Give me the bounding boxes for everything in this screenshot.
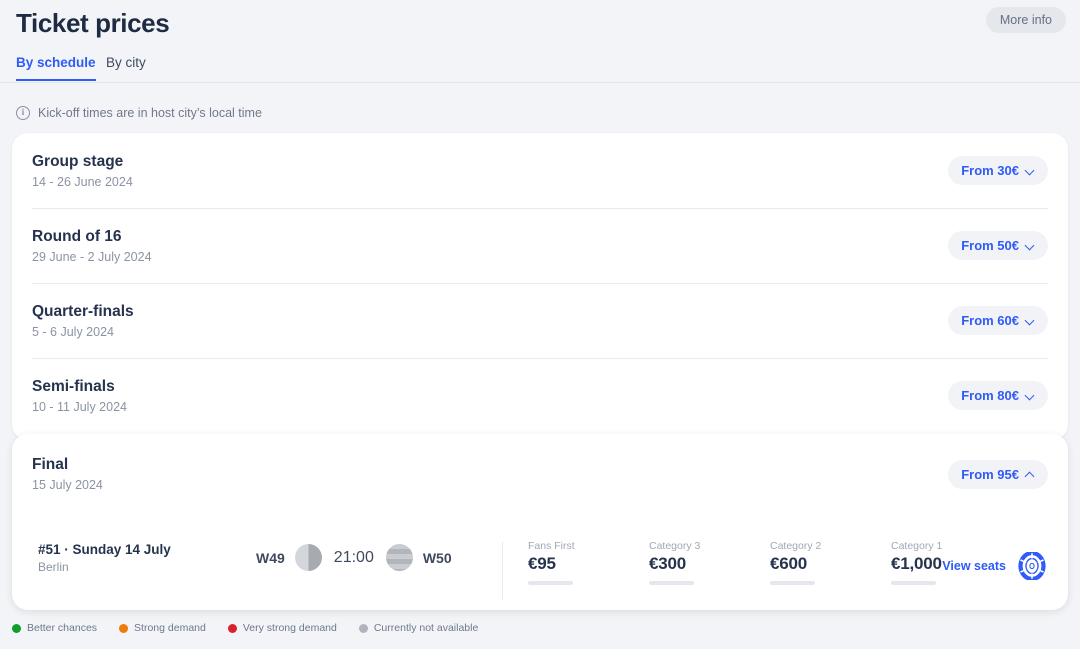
- demand-bar-track: [891, 581, 936, 585]
- chevron-up-icon: [1026, 470, 1035, 479]
- price-value: €600: [770, 554, 891, 574]
- match-city: Berlin: [38, 560, 171, 574]
- stage-price-label: From 60€: [961, 313, 1019, 328]
- chevron-down-icon: [1026, 166, 1035, 175]
- chevron-down-icon: [1026, 391, 1035, 400]
- price-category-label: Category 3: [649, 540, 770, 552]
- match-row: #51 · Sunday 14 July Berlin W49 21:00 W5…: [12, 534, 1068, 610]
- match-price-divider: [502, 542, 503, 600]
- stage-text: Final 15 July 2024: [32, 456, 103, 492]
- stage-row-group-stage[interactable]: Group stage 14 - 26 June 2024 From 30€: [12, 133, 1068, 208]
- stage-price-button-group-stage[interactable]: From 30€: [948, 156, 1048, 185]
- stage-price-button-semi-finals[interactable]: From 80€: [948, 381, 1048, 410]
- legend-item-currently-not-available: Currently not available: [359, 622, 478, 634]
- price-category-category-3[interactable]: Category 3 €300: [649, 540, 770, 585]
- ticket-prices-page: Ticket prices More info By schedule By c…: [0, 0, 1080, 649]
- chevron-down-icon: [1026, 241, 1035, 250]
- price-value: €95: [528, 554, 649, 574]
- stage-name: Quarter-finals: [32, 303, 134, 321]
- legend-dot-icon: [359, 624, 368, 633]
- demand-bar-track: [649, 581, 694, 585]
- info-circle-icon: i: [16, 106, 30, 120]
- legend-item-strong-demand: Strong demand: [119, 622, 206, 634]
- stage-row-round-of-16[interactable]: Round of 16 29 June - 2 July 2024 From 5…: [12, 208, 1068, 283]
- legend-dot-icon: [12, 624, 21, 633]
- stage-text: Round of 16 29 June - 2 July 2024: [32, 228, 152, 264]
- page-header: Ticket prices More info: [0, 0, 1080, 48]
- stage-name: Final: [32, 456, 103, 474]
- price-category-fans-first[interactable]: Fans First €95: [528, 540, 649, 585]
- stage-text: Group stage 14 - 26 June 2024: [32, 153, 133, 189]
- view-seats-link[interactable]: View seats: [942, 559, 1006, 573]
- legend-label: Strong demand: [134, 622, 206, 634]
- chevron-down-icon: [1026, 316, 1035, 325]
- stage-price-label: From 95€: [961, 467, 1019, 482]
- stage-dates: 10 - 11 July 2024: [32, 400, 127, 414]
- stage-price-button-round-of-16[interactable]: From 50€: [948, 231, 1048, 260]
- match-teams: W49 21:00 W50: [256, 544, 452, 571]
- stage-dates: 14 - 26 June 2024: [32, 175, 133, 189]
- stadium-seatmap-icon[interactable]: [1018, 552, 1046, 580]
- kickoff-time: 21:00: [332, 549, 376, 567]
- notice-text: Kick-off times are in host city’s local …: [38, 106, 262, 120]
- stage-list-card: Group stage 14 - 26 June 2024 From 30€ R…: [12, 133, 1068, 440]
- stage-price-label: From 50€: [961, 238, 1019, 253]
- demand-bar-track: [770, 581, 815, 585]
- price-category-label: Category 2: [770, 540, 891, 552]
- stage-row-semi-finals[interactable]: Semi-finals 10 - 11 July 2024 From 80€: [12, 358, 1068, 433]
- stage-dates: 5 - 6 July 2024: [32, 325, 134, 339]
- tab-by-schedule[interactable]: By schedule: [16, 55, 96, 81]
- legend-dot-icon: [119, 624, 128, 633]
- stage-price-button-quarter-finals[interactable]: From 60€: [948, 306, 1048, 335]
- demand-bar-track: [528, 581, 573, 585]
- stage-row-quarter-finals[interactable]: Quarter-finals 5 - 6 July 2024 From 60€: [12, 283, 1068, 358]
- price-category-label: Fans First: [528, 540, 649, 552]
- home-team-crest-icon: [295, 544, 322, 571]
- legend-item-better-chances: Better chances: [12, 622, 97, 634]
- legend-label: Very strong demand: [243, 622, 337, 634]
- tab-by-city[interactable]: By city: [106, 55, 146, 79]
- price-category-list: Fans First €95 Category 3 €300 Category …: [528, 540, 1012, 585]
- view-seats-group: View seats: [942, 552, 1046, 580]
- page-title: Ticket prices: [16, 8, 169, 39]
- stage-text: Semi-finals 10 - 11 July 2024: [32, 378, 127, 414]
- legend-label: Better chances: [27, 622, 97, 634]
- stage-row-final[interactable]: Final 15 July 2024 From 95€: [12, 434, 1068, 514]
- price-value: €300: [649, 554, 770, 574]
- stage-card-final-expanded: Final 15 July 2024 From 95€ #51 · Sunday…: [12, 434, 1068, 610]
- away-team-code: W50: [423, 550, 452, 566]
- stage-name: Round of 16: [32, 228, 152, 246]
- stage-text: Quarter-finals 5 - 6 July 2024: [32, 303, 134, 339]
- match-id: #51 · Sunday 14 July: [38, 542, 171, 557]
- legend-label: Currently not available: [374, 622, 478, 634]
- legend-item-very-strong-demand: Very strong demand: [228, 622, 337, 634]
- price-category-category-2[interactable]: Category 2 €600: [770, 540, 891, 585]
- demand-legend: Better chances Strong demand Very strong…: [12, 622, 478, 634]
- stage-price-label: From 30€: [961, 163, 1019, 178]
- stage-price-label: From 80€: [961, 388, 1019, 403]
- legend-dot-icon: [228, 624, 237, 633]
- home-team-code: W49: [256, 550, 285, 566]
- price-category-label: Category 1: [891, 540, 1012, 552]
- stage-name: Semi-finals: [32, 378, 127, 396]
- kickoff-time-notice: i Kick-off times are in host city’s loca…: [16, 106, 262, 120]
- more-info-button[interactable]: More info: [986, 7, 1066, 33]
- match-meta: #51 · Sunday 14 July Berlin: [38, 542, 171, 574]
- away-team-crest-icon: [386, 544, 413, 571]
- stage-dates: 15 July 2024: [32, 478, 103, 492]
- stage-dates: 29 June - 2 July 2024: [32, 250, 152, 264]
- stage-price-button-final[interactable]: From 95€: [948, 460, 1048, 489]
- stage-name: Group stage: [32, 153, 133, 171]
- tab-bar: By schedule By city: [0, 55, 1080, 83]
